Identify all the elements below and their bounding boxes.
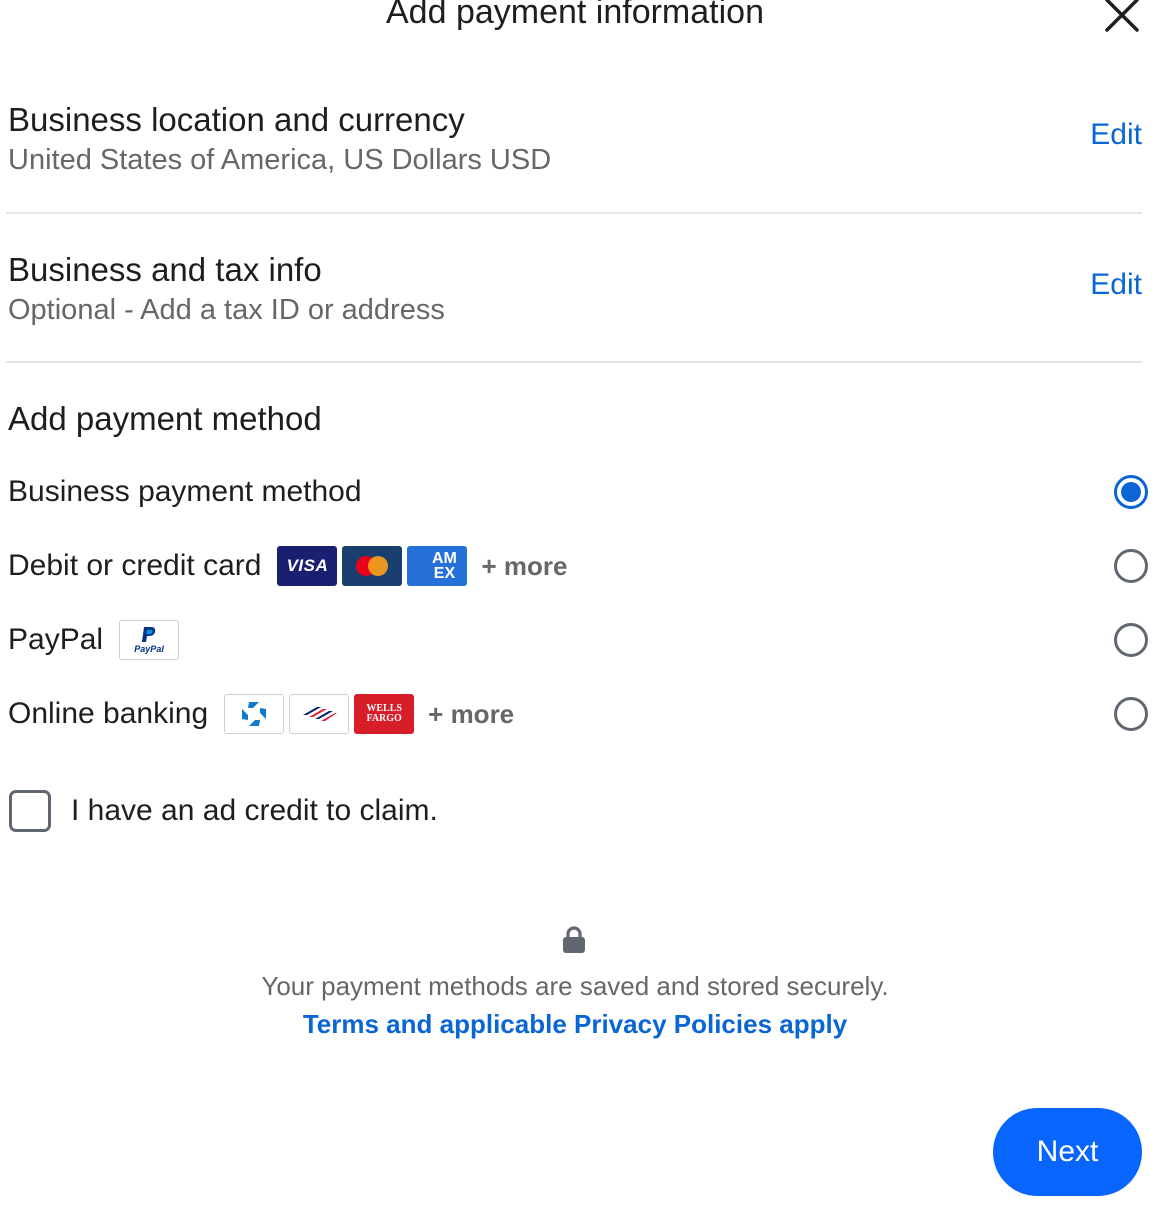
bank-of-america-logo [289,694,350,734]
chase-logo [224,694,285,734]
more-cards-link: + more [481,550,568,581]
paypal-p-mark [142,627,156,642]
paypal-logo-text: PayPal [134,644,164,654]
paypal-logos: PayPal [119,620,180,660]
option-label: Online banking [8,697,209,730]
amex-logo-text-top: AM [431,550,457,567]
divider [6,212,1142,214]
next-button[interactable]: Next [993,1108,1142,1196]
divider [6,361,1142,363]
paypal-logo: PayPal [119,620,180,660]
ad-credit-checkbox[interactable] [9,790,51,832]
edit-tax-info-link[interactable]: Edit [1090,268,1142,302]
mastercard-circles [356,556,389,576]
terms-privacy-link[interactable]: Terms and applicable Privacy Policies ap… [0,1006,1150,1042]
radio-debit-credit-card[interactable] [1114,549,1148,583]
amex-logo: AM EX [407,546,468,586]
visa-logo-text: VISA [286,556,329,575]
payment-method-heading: Add payment method [8,400,322,437]
option-business-payment-method[interactable]: Business payment method [8,462,1148,522]
amex-logo-text-bottom: EX [433,565,456,582]
option-debit-credit-card[interactable]: Debit or credit card VISA AM EX + more [8,536,1148,596]
close-icon [1105,0,1139,32]
terms-privacy-link-text[interactable]: Terms and applicable Privacy Policies ap… [303,1009,847,1039]
radio-online-banking[interactable] [1114,697,1148,731]
radio-business-payment-method[interactable] [1114,475,1148,509]
edit-location-link[interactable]: Edit [1090,118,1142,152]
chase-octagon-mark [242,702,267,726]
option-label: Business payment method [8,475,362,508]
option-label: Debit or credit card [8,549,262,582]
dialog-title: Add payment information [386,0,764,31]
tax-info-section: Business and tax info Optional - Add a t… [8,250,1142,330]
secure-storage-text: Your payment methods are saved and store… [261,971,889,1001]
radio-paypal[interactable] [1114,623,1148,657]
close-button[interactable] [1098,0,1146,36]
option-paypal[interactable]: PayPal PayPal [8,610,1148,670]
location-currency-value: United States of America, US Dollars USD [8,144,552,176]
ad-credit-label: I have an ad credit to claim. [71,794,438,827]
option-online-banking[interactable]: Online banking WELLS FARGO + more [8,684,1148,744]
tax-info-title: Business and tax info [8,251,322,288]
ad-credit-row[interactable]: I have an ad credit to claim. [9,790,438,832]
visa-logo: VISA [277,546,338,586]
location-currency-title: Business location and currency [8,101,465,138]
bank-of-america-flag-mark [303,707,338,721]
wells-fargo-logo: WELLS FARGO [354,694,415,734]
bank-logos: WELLS FARGO [224,694,415,734]
wells-fargo-logo-text-bottom: FARGO [366,713,402,724]
location-currency-section: Business location and currency United St… [8,100,1142,180]
add-payment-dialog: Add payment information Business locatio… [0,0,1160,1218]
tax-info-subtitle: Optional - Add a tax ID or address [8,294,445,326]
lock-icon [563,926,585,953]
mastercard-logo [342,546,403,586]
option-label: PayPal [8,623,104,656]
card-logos: VISA AM EX [277,546,468,586]
more-banks-link: + more [428,698,515,729]
